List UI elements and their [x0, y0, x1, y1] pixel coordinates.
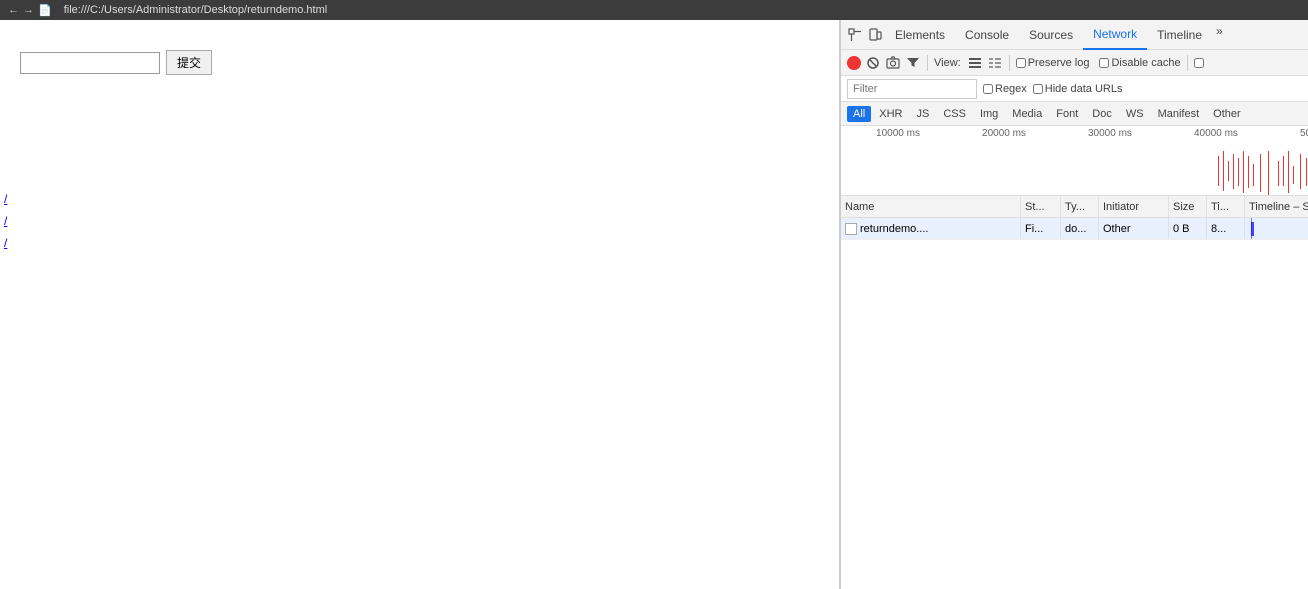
separator-1: [927, 55, 928, 71]
filter-type-media[interactable]: Media: [1006, 106, 1048, 122]
timeline-bar-cell: [1249, 218, 1308, 239]
view-label: View:: [934, 57, 961, 69]
row-type: do...: [1061, 218, 1099, 239]
tl-label-3: 30000 ms: [1057, 128, 1163, 139]
file-icon: [845, 223, 857, 235]
row-name-inner: returndemo....: [845, 223, 928, 235]
back-icon[interactable]: ←: [8, 4, 19, 16]
page-link-2[interactable]: /: [0, 212, 11, 230]
devtools-panel: Elements Console Sources Network Timelin…: [840, 20, 1308, 589]
browser-bar: ← → 📄 file:///C:/Users/Administrator/Des…: [0, 0, 1308, 20]
preserve-log-label[interactable]: Preserve log: [1016, 57, 1090, 69]
devtools-toolbar: Elements Console Sources Network Timelin…: [841, 20, 1308, 50]
filter-type-other[interactable]: Other: [1207, 106, 1247, 122]
url-bar[interactable]: file:///C:/Users/Administrator/Desktop/r…: [64, 4, 327, 16]
network-table: Name St... Ty... Initiator Size Ti... Ti…: [841, 196, 1308, 589]
filter-bar: Regex Hide data URLs: [841, 76, 1308, 102]
page-link-1[interactable]: /: [0, 190, 11, 208]
network-toolbar: View:: [841, 50, 1308, 76]
separator-3: [1187, 55, 1188, 71]
inspect-icon[interactable]: [845, 25, 865, 45]
page-links: / / /: [0, 190, 11, 252]
preserve-log-checkbox[interactable]: [1016, 58, 1026, 68]
filter-type-all[interactable]: All: [847, 106, 871, 122]
header-name: Name: [841, 196, 1021, 217]
filter-input[interactable]: [847, 79, 977, 99]
tab-console[interactable]: Console: [955, 20, 1019, 50]
tl-label-4: 40000 ms: [1163, 128, 1269, 139]
filter-type-doc[interactable]: Doc: [1086, 106, 1118, 122]
table-header: Name St... Ty... Initiator Size Ti... Ti…: [841, 196, 1308, 218]
header-timeline: Timeline – Start Time 1.00: [1245, 196, 1308, 217]
page-icon: 📄: [38, 4, 52, 17]
offline-checkbox[interactable]: [1194, 58, 1204, 68]
timeline-graph: 10000 ms 20000 ms 30000 ms 40000 ms 5000…: [841, 126, 1308, 196]
row-time: 8...: [1207, 218, 1245, 239]
tab-elements[interactable]: Elements: [885, 20, 955, 50]
tab-more-icon[interactable]: »: [1212, 20, 1227, 50]
disable-cache-checkbox[interactable]: [1099, 58, 1109, 68]
row-name-cell: returndemo....: [841, 218, 1021, 239]
separator-2: [1009, 55, 1010, 71]
regex-label[interactable]: Regex: [983, 83, 1027, 95]
clear-button[interactable]: [865, 55, 881, 71]
tab-timeline[interactable]: Timeline: [1147, 20, 1212, 50]
camera-icon[interactable]: [885, 55, 901, 71]
filter-types: All XHR JS CSS Img Media Font Doc WS Man…: [841, 102, 1308, 126]
timeline-labels: 10000 ms 20000 ms 30000 ms 40000 ms 5000…: [841, 128, 1308, 139]
disable-cache-label[interactable]: Disable cache: [1099, 57, 1180, 69]
record-button[interactable]: [847, 56, 861, 70]
forward-icon[interactable]: →: [23, 4, 34, 16]
header-size: Size: [1169, 196, 1207, 217]
tl-label-2: 20000 ms: [951, 128, 1057, 139]
filter-type-font[interactable]: Font: [1050, 106, 1084, 122]
regex-checkbox[interactable]: [983, 84, 993, 94]
page-submit-button[interactable]: 提交: [166, 50, 212, 75]
filter-type-js[interactable]: JS: [910, 106, 935, 122]
tl-label-1: 10000 ms: [845, 128, 951, 139]
devtools-tabs: Elements Console Sources Network Timelin…: [885, 20, 1308, 50]
group-view-icon[interactable]: [987, 55, 1003, 71]
page-content: 提交 / / /: [0, 20, 840, 589]
tab-network[interactable]: Network: [1083, 20, 1147, 50]
hide-data-urls-label[interactable]: Hide data URLs: [1033, 83, 1123, 95]
row-timeline: [1245, 218, 1308, 239]
header-time: Ti...: [1207, 196, 1245, 217]
filter-icon[interactable]: [905, 55, 921, 71]
filter-type-img[interactable]: Img: [974, 106, 1004, 122]
timeline-line: [1251, 218, 1252, 239]
table-row[interactable]: returndemo.... Fi... do... Other 0 B 8..…: [841, 218, 1308, 240]
row-initiator: Other: [1099, 218, 1169, 239]
offline-label[interactable]: [1194, 58, 1206, 68]
device-icon[interactable]: [865, 25, 885, 45]
page-text-input[interactable]: [20, 52, 160, 74]
page-form: 提交: [20, 50, 819, 75]
tl-label-5: 50000 ms: [1269, 128, 1308, 139]
row-status: Fi...: [1021, 218, 1061, 239]
tab-sources[interactable]: Sources: [1019, 20, 1083, 50]
hide-data-urls-checkbox[interactable]: [1033, 84, 1043, 94]
filter-type-manifest[interactable]: Manifest: [1152, 106, 1206, 122]
header-type: Ty...: [1061, 196, 1099, 217]
page-link-3[interactable]: /: [0, 234, 11, 252]
row-name-text: returndemo....: [860, 223, 928, 235]
header-initiator: Initiator: [1099, 196, 1169, 217]
filter-type-xhr[interactable]: XHR: [873, 106, 908, 122]
header-status: St...: [1021, 196, 1061, 217]
filter-type-ws[interactable]: WS: [1120, 106, 1150, 122]
row-size: 0 B: [1169, 218, 1207, 239]
main-area: 提交 / / / E: [0, 20, 1308, 589]
list-view-icon[interactable]: [967, 55, 983, 71]
filter-type-css[interactable]: CSS: [937, 106, 972, 122]
